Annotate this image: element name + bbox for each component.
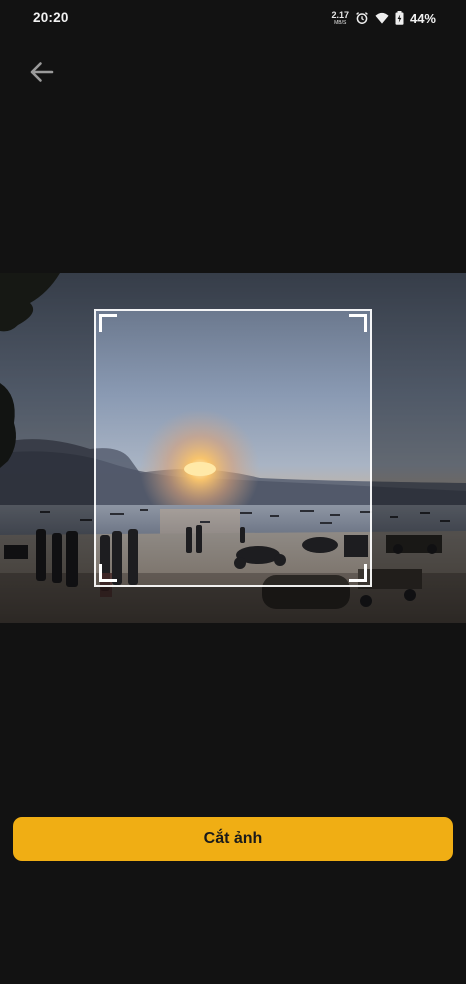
arrow-left-icon bbox=[30, 62, 54, 82]
crop-button[interactable]: Cắt ảnh bbox=[13, 817, 453, 861]
crop-handle-bottom-left[interactable] bbox=[99, 564, 117, 582]
crop-mask-bottom bbox=[0, 587, 466, 623]
crop-handle-top-right[interactable] bbox=[349, 314, 367, 332]
crop-mask-left bbox=[0, 309, 94, 587]
crop-mask-right bbox=[372, 309, 466, 587]
crop-screen: 20:20 2.17 MB/S 44% Cắt ảnh bbox=[0, 0, 466, 984]
alarm-icon bbox=[355, 11, 369, 25]
crop-handle-top-left[interactable] bbox=[99, 314, 117, 332]
photo-preview bbox=[0, 273, 466, 623]
network-speed: 2.17 MB/S bbox=[331, 9, 349, 26]
wifi-icon bbox=[375, 11, 389, 25]
network-speed-value: 2.17 bbox=[331, 9, 349, 20]
battery-percent: 44% bbox=[409, 10, 436, 26]
crop-frame[interactable] bbox=[94, 309, 372, 587]
back-button[interactable] bbox=[26, 58, 56, 86]
battery-charging-icon bbox=[395, 11, 404, 25]
crop-handle-bottom-right[interactable] bbox=[349, 564, 367, 582]
status-bar: 20:20 2.17 MB/S 44% bbox=[0, 0, 466, 36]
network-speed-unit: MB/S bbox=[334, 19, 347, 26]
status-icons: 2.17 MB/S 44% bbox=[331, 9, 436, 27]
status-time: 20:20 bbox=[33, 10, 69, 25]
crop-mask-top bbox=[0, 273, 466, 309]
